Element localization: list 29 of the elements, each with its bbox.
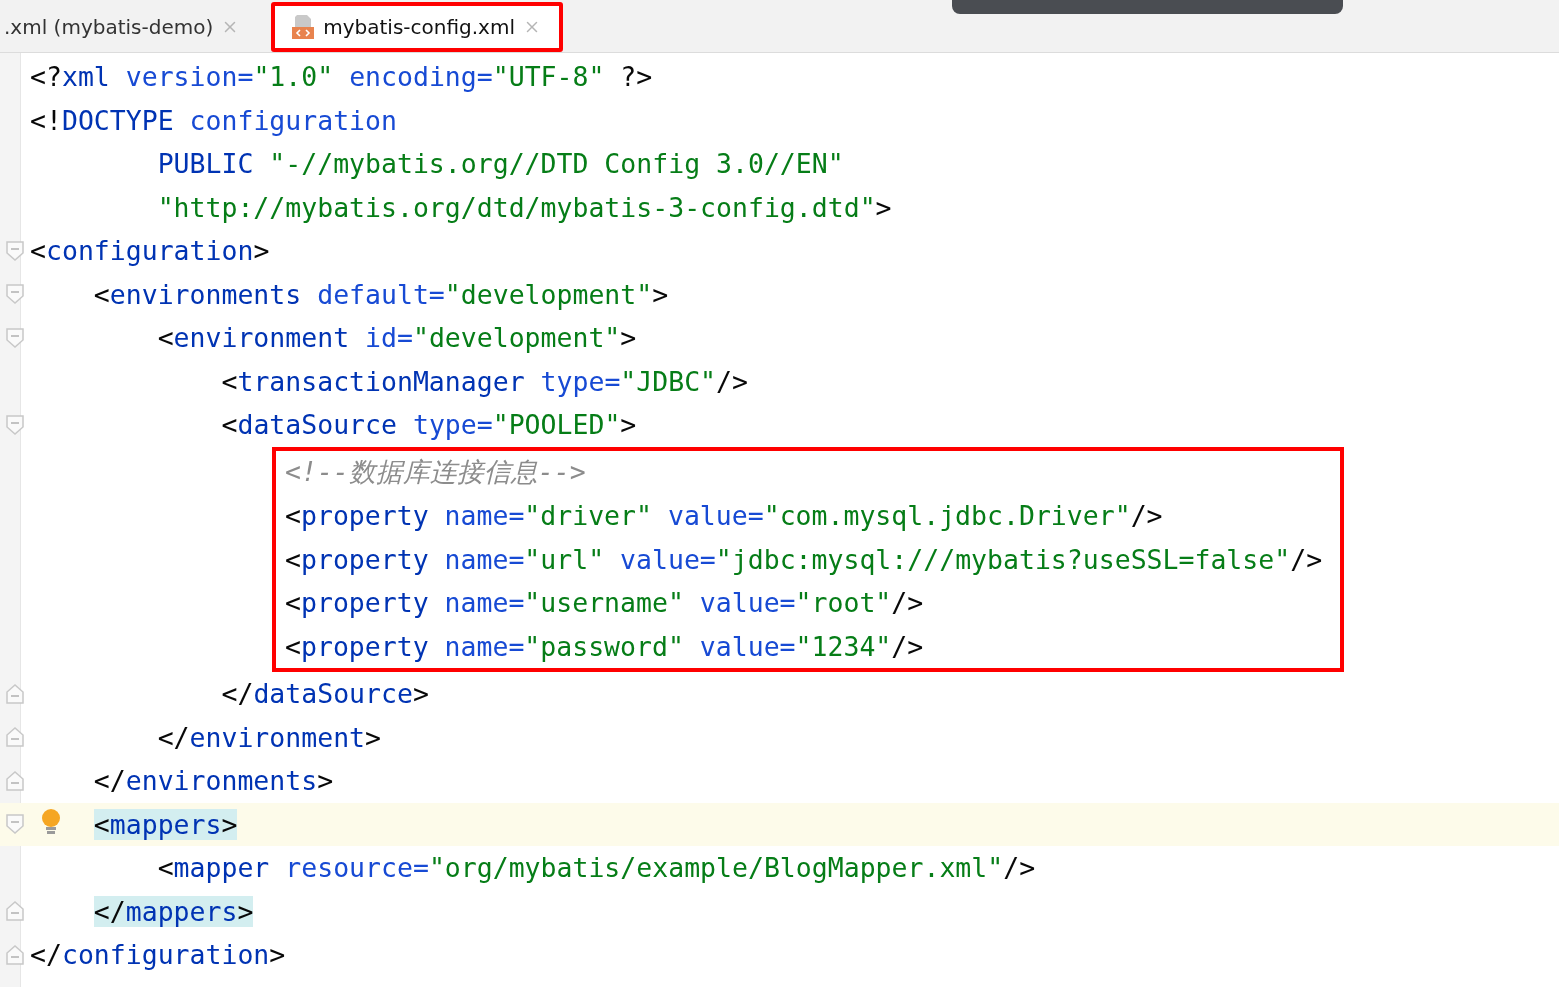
code-line: <dataSource type="POOLED"> bbox=[220, 409, 637, 441]
code-line: <property name="password" value="1234"/> bbox=[285, 630, 924, 662]
fold-marker-icon[interactable] bbox=[6, 814, 24, 835]
code-line: <!DOCTYPE configuration bbox=[30, 104, 397, 136]
code-line: </environment> bbox=[156, 721, 381, 753]
code-line: <mapper resource="org/mybatis/example/BlogMapper.xml"/> bbox=[156, 852, 1036, 884]
code-line: <environment id="development"> bbox=[156, 322, 637, 354]
fold-marker-icon[interactable] bbox=[6, 414, 24, 435]
code-line: </configuration> bbox=[30, 939, 286, 971]
code-line: <mappers> bbox=[92, 808, 238, 840]
code-line: <property name="url" value="jdbc:mysql:///mybatis?useSSL=false"/> bbox=[285, 543, 1323, 575]
code-line: "http://mybatis.org/dtd/mybatis-3-config.dtd"> bbox=[156, 191, 892, 223]
fold-marker-icon[interactable] bbox=[6, 327, 24, 348]
code-line: <transactionManager type="JDBC"/> bbox=[220, 365, 748, 397]
code-line: <environments default="development"> bbox=[92, 278, 669, 310]
fold-marker-icon[interactable] bbox=[6, 284, 24, 305]
editor-tab[interactable]: mybatis-config.xml bbox=[271, 2, 563, 52]
code-line: </environments> bbox=[92, 765, 334, 797]
code-line: <property name="username" value="root"/> bbox=[285, 587, 924, 619]
code-line: <configuration> bbox=[30, 235, 270, 267]
code-line: </mappers> bbox=[92, 895, 254, 927]
editor-tab[interactable]: .xml (mybatis-demo) bbox=[0, 2, 262, 52]
code-line: <!--数据库连接信息--> bbox=[285, 455, 586, 490]
code-line: <?xml version="1.0" encoding="UTF-8" ?> bbox=[30, 61, 653, 93]
code-line: PUBLIC "-//mybatis.org//DTD Config 3.0//EN" bbox=[156, 148, 844, 180]
code-line: <property name="driver" value="com.mysql.jdbc.Driver"/> bbox=[285, 500, 1163, 532]
lightbulb-icon[interactable] bbox=[40, 807, 62, 836]
fold-marker-icon[interactable] bbox=[6, 240, 24, 261]
code-line: </dataSource> bbox=[220, 678, 429, 710]
